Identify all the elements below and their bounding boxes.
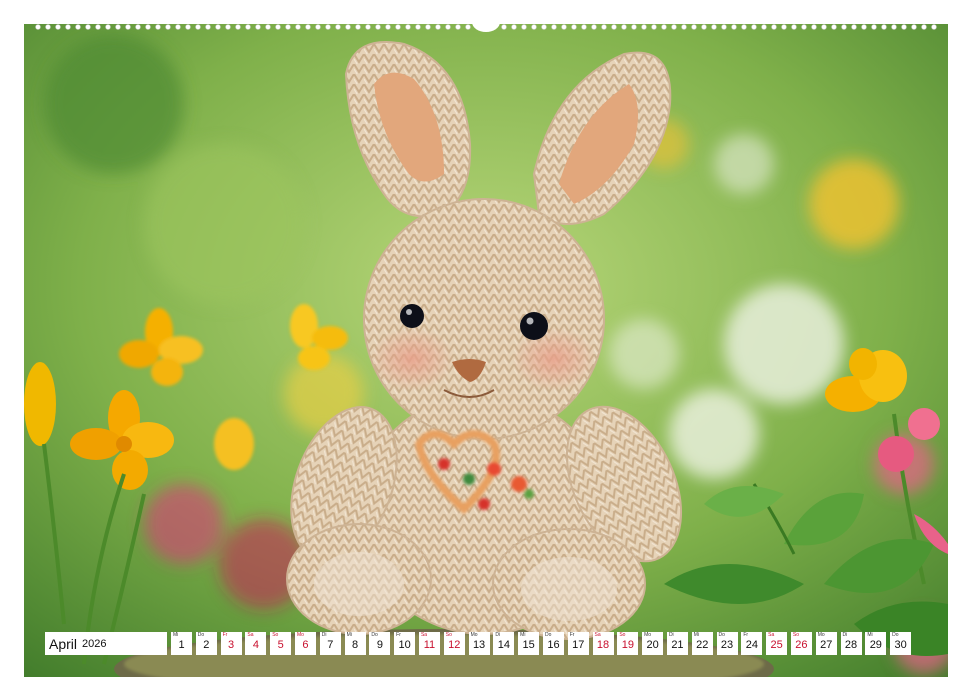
weekday-abbrev: Di (321, 632, 327, 638)
day-number: 29 (869, 639, 882, 651)
weekday-abbrev: Fr (743, 632, 749, 638)
month-label: April 2026 (45, 632, 167, 655)
weekday-abbrev: Do (544, 632, 552, 638)
day-number: 3 (228, 639, 235, 651)
day-number: 5 (277, 639, 284, 651)
weekday-abbrev: Sa (594, 632, 601, 638)
day-cell: So 26 (790, 632, 812, 655)
day-cell: Di 28 (840, 632, 862, 655)
day-cell: Mi 22 (691, 632, 713, 655)
weekday-abbrev: Mo (470, 632, 478, 638)
day-cell: Do 23 (716, 632, 738, 655)
knitted-bunny-photo (24, 24, 948, 677)
day-cell: Mo 20 (642, 632, 664, 655)
weekday-abbrev: Di (495, 632, 501, 638)
day-number: 10 (398, 639, 411, 651)
weekday-abbrev: Do (197, 632, 205, 638)
day-cell: Sa 4 (245, 632, 267, 655)
weekday-abbrev: So (445, 632, 452, 638)
day-number: 1 (178, 639, 185, 651)
day-cell: So 12 (443, 632, 465, 655)
day-cell: Do 16 (542, 632, 564, 655)
weekday-abbrev: Mi (867, 632, 873, 638)
hanger-notch (472, 22, 500, 32)
day-number: 21 (671, 639, 684, 651)
day-number: 7 (327, 639, 334, 651)
weekday-abbrev: Mo (644, 632, 652, 638)
month-name: April (49, 635, 78, 652)
weekday-abbrev: Fr (222, 632, 228, 638)
day-number: 13 (472, 639, 486, 651)
weekday-abbrev: Sa (768, 632, 775, 638)
day-cell: Mi 1 (171, 632, 192, 655)
weekday-abbrev: Di (668, 632, 674, 638)
day-cell: Do 2 (195, 632, 217, 655)
weekday-abbrev: Fr (569, 632, 575, 638)
day-cell: Mo 6 (294, 632, 316, 655)
day-number: 22 (696, 639, 709, 651)
weekday-abbrev: Mo (296, 632, 304, 638)
weekday-abbrev: Fr (396, 632, 401, 638)
weekday-abbrev: Do (892, 632, 899, 638)
day-number: 26 (795, 639, 808, 651)
day-number: 30 (894, 639, 907, 651)
day-number: 19 (621, 639, 634, 651)
day-cell: Sa 25 (766, 632, 788, 655)
day-cell: Fr 17 (567, 632, 589, 655)
weekday-abbrev: Do (371, 632, 378, 638)
day-number: 15 (522, 639, 535, 651)
day-number: 23 (720, 639, 734, 651)
weekday-abbrev: Do (718, 632, 725, 638)
day-number: 28 (844, 639, 858, 651)
weekday-abbrev: So (619, 632, 626, 638)
day-number: 8 (352, 639, 359, 651)
day-cell: Fr 24 (741, 632, 763, 655)
day-cell: Fr 10 (394, 632, 416, 655)
day-cell: Mi 29 (865, 632, 887, 655)
day-number: 2 (203, 639, 210, 651)
weekday-abbrev: Di (842, 632, 848, 638)
calendar-photo (24, 24, 948, 677)
day-number: 6 (302, 639, 309, 651)
day-number: 17 (572, 639, 585, 651)
day-number: 11 (423, 639, 436, 651)
day-number: 16 (547, 639, 560, 651)
weekday-abbrev: Sa (247, 632, 254, 638)
calendar-strip: April 2026 Mi 1 Do 2 Fr 3 Sa 4 So 5 Mo 6 Di 7 Mi 8 Do 9 Fr… (45, 632, 927, 655)
day-cell: So 5 (270, 632, 292, 655)
weekday-abbrev: Sa (420, 632, 428, 638)
day-number: 25 (770, 639, 783, 651)
day-cell: Mi 15 (518, 632, 540, 655)
day-cell: Di 21 (666, 632, 688, 655)
weekday-abbrev: Mi (173, 632, 179, 638)
day-number: 4 (252, 639, 259, 651)
weekday-abbrev: So (272, 632, 279, 638)
weekday-abbrev: Mi (693, 632, 700, 638)
day-cell: Sa 11 (418, 632, 440, 655)
day-cell: Sa 18 (592, 632, 614, 655)
wire-binding (35, 22, 937, 32)
day-number: 20 (646, 639, 659, 651)
day-number: 24 (745, 639, 758, 651)
day-cell: Mo 27 (815, 632, 837, 655)
day-cell: Di 14 (493, 632, 515, 655)
day-cell: Mo 13 (468, 632, 490, 655)
weekday-abbrev: Mi (346, 632, 352, 638)
weekday-abbrev: So (792, 632, 800, 638)
day-number: 14 (497, 639, 510, 651)
day-cell: Di 7 (319, 632, 341, 655)
day-cells: Mi 1 Do 2 Fr 3 Sa 4 So 5 Mo 6 Di 7 Mi 8 Do 9 Fr 10 Sa 11 So 12 M… (171, 632, 915, 655)
day-number: 27 (820, 639, 833, 651)
weekday-abbrev: Mo (817, 632, 825, 638)
day-cell: Do 30 (890, 632, 912, 655)
day-number: 9 (376, 639, 383, 651)
day-cell: So 19 (617, 632, 639, 655)
year: 2026 (82, 637, 107, 650)
day-number: 18 (596, 639, 610, 651)
weekday-abbrev: Mi (520, 632, 526, 638)
day-cell: Fr 3 (220, 632, 242, 655)
day-number: 12 (448, 639, 461, 651)
day-cell: Do 9 (369, 632, 391, 655)
day-cell: Mi 8 (344, 632, 366, 655)
